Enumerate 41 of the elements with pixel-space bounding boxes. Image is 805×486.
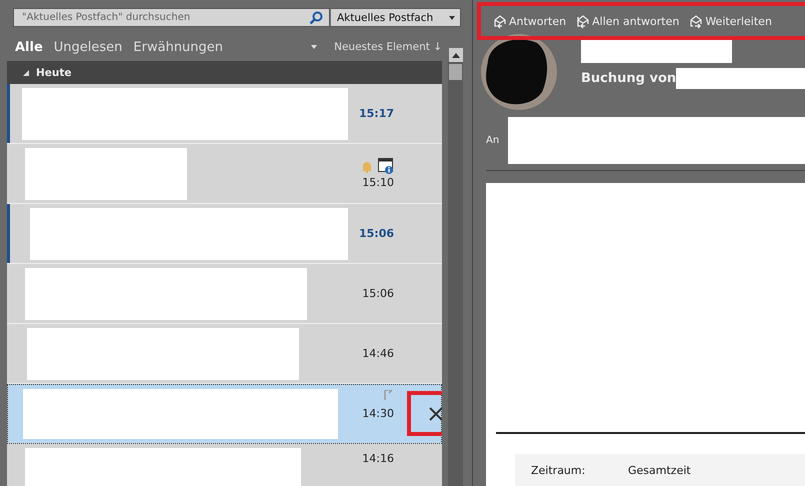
message-time: 14:16 <box>362 452 394 465</box>
replyall-button[interactable]: Allen antworten <box>576 14 680 28</box>
scroll-up-icon[interactable] <box>448 48 462 62</box>
triangle-icon[interactable] <box>23 70 29 76</box>
calendar-info-icon <box>378 158 394 174</box>
caret-icon[interactable] <box>311 45 318 49</box>
filter-tab[interactable]: Erwähnungen <box>133 40 224 54</box>
recipient-label: An <box>486 135 500 146</box>
close-icon <box>429 406 442 420</box>
unread-indicator <box>7 84 10 143</box>
message-row[interactable]: 14:30 <box>7 384 442 444</box>
message-row[interactable]: 14:46 <box>7 324 442 384</box>
search-icon[interactable] <box>309 10 323 24</box>
search-field[interactable]: "Aktuelles Postfach" durchsuchen <box>13 8 330 27</box>
message-time: 15:17 <box>358 107 394 120</box>
group-header[interactable]: Heute <box>7 61 442 84</box>
message-time: 15:06 <box>362 287 394 300</box>
message-row[interactable]: 15:06 <box>7 264 442 324</box>
forward-button[interactable]: Weiterleiten <box>689 14 772 28</box>
reply-button[interactable]: Antworten <box>493 14 566 28</box>
field-label: Zeitraum: <box>531 464 586 476</box>
message-row[interactable]: 15:17 <box>7 84 442 144</box>
caret-icon[interactable] <box>449 16 455 20</box>
message-time: 15:10 <box>362 176 394 189</box>
message-row[interactable]: 15:06 <box>7 204 442 264</box>
message-row[interactable]: 15:10 <box>7 144 442 204</box>
sort-button[interactable]: Neuestes Element ↓ <box>334 41 442 53</box>
message-time: 14:30 <box>362 407 394 420</box>
field-value: Gesamtzeit <box>628 464 691 476</box>
envelope-arrow-icon <box>689 14 704 28</box>
envelope-arrow-icon <box>493 14 507 28</box>
message-time: 14:46 <box>362 347 394 360</box>
unread-indicator <box>7 204 10 263</box>
scrollbar-thumb[interactable] <box>449 64 462 80</box>
subject: Buchung von <box>581 71 676 86</box>
filter-tab[interactable]: Alle <box>15 40 43 54</box>
message-time: 15:06 <box>358 227 394 240</box>
envelope-arrow-icon <box>576 14 590 28</box>
message-row[interactable]: 14:16 <box>7 444 442 486</box>
scope-dropdown[interactable]: Aktuelles Postfach <box>330 8 461 27</box>
filter-tab[interactable]: Ungelesen <box>54 40 122 54</box>
